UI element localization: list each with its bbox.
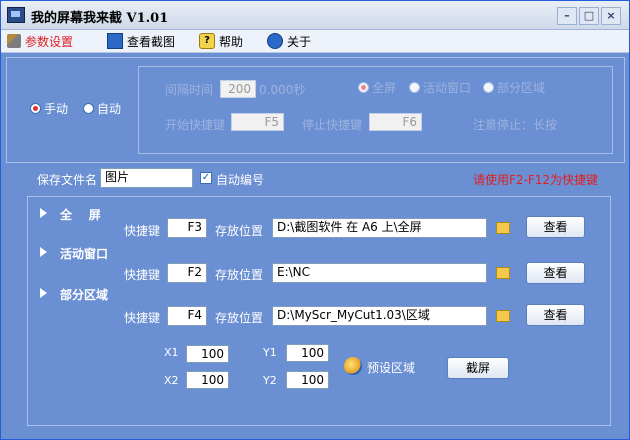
capture-fullscreen-title: 全 屏	[60, 208, 101, 222]
menu-settings-label: 参数设置	[25, 34, 74, 49]
stop-hotkey-input[interactable]: F6	[369, 113, 422, 131]
menu-view-screenshots[interactable]: 查看截图	[107, 33, 175, 49]
arrow-right-icon	[40, 288, 47, 298]
capture-region-title: 部分区域	[60, 288, 109, 302]
capture-active-title: 活动窗口	[60, 247, 109, 261]
folder-icon[interactable]	[496, 222, 510, 234]
image-icon	[107, 33, 123, 49]
mode-manual-label: 手动	[44, 102, 69, 116]
arrow-right-icon	[40, 247, 47, 257]
capture-button[interactable]: 截屏	[447, 357, 509, 379]
menu-help[interactable]: ? 帮助	[199, 33, 243, 49]
x1-input[interactable]: 100	[186, 345, 229, 363]
x1-label: X1	[164, 346, 179, 359]
menu-about[interactable]: 关于	[267, 33, 311, 49]
main-content: 手动 自动 间隔时间 200 0.000秒 全屏 活动窗口 部分区域 开始快捷键…	[5, 54, 625, 435]
menu-about-label: 关于	[287, 34, 312, 49]
minimize-button[interactable]: –	[557, 7, 577, 25]
y2-input[interactable]: 100	[286, 371, 329, 389]
auto-number-checkbox[interactable]: ✓	[200, 172, 212, 184]
scope-region-label: 部分区域	[497, 81, 546, 95]
region-view-button[interactable]: 查看	[526, 304, 585, 326]
arrow-right-icon	[40, 208, 47, 218]
menu-settings[interactable]: 参数设置	[7, 33, 73, 49]
active-hotkey-label: 快捷键	[124, 268, 161, 282]
scope-active-radio[interactable]	[409, 82, 420, 93]
interval-unit: 0.000秒	[259, 83, 306, 97]
auto-number-label: 自动编号	[216, 173, 265, 187]
scope-active-label: 活动窗口	[423, 81, 472, 95]
interval-input[interactable]: 200	[220, 80, 256, 98]
close-button[interactable]: ×	[601, 7, 621, 25]
help-icon: ?	[199, 33, 215, 49]
scope-fullscreen-label: 全屏	[372, 81, 397, 95]
fullscreen-path-label: 存放位置	[215, 224, 264, 238]
maximize-button[interactable]: □	[579, 7, 599, 25]
window-title: 我的屏幕我来截 V1.01	[31, 11, 169, 26]
fullscreen-view-button[interactable]: 查看	[526, 216, 585, 238]
mode-manual-radio[interactable]	[30, 103, 41, 114]
camera-app-icon	[7, 7, 25, 23]
mode-auto-radio[interactable]	[83, 103, 94, 114]
stop-hotkey-label: 停止快捷键	[302, 118, 363, 132]
region-path-label: 存放位置	[215, 311, 264, 325]
active-path-label: 存放位置	[215, 268, 264, 282]
region-hotkey-input[interactable]: F4	[167, 306, 207, 326]
scope-region-radio[interactable]	[483, 82, 494, 93]
app-window: 我的屏幕我来截 V1.01 – □ × 参数设置 查看截图 ? 帮助 关于 手动	[0, 0, 630, 440]
start-hotkey-input[interactable]: F5	[231, 113, 284, 131]
region-hotkey-label: 快捷键	[124, 311, 161, 325]
active-hotkey-input[interactable]: F2	[167, 263, 207, 283]
y1-label: Y1	[263, 346, 277, 359]
mode-auto-label: 自动	[97, 102, 122, 116]
y1-input[interactable]: 100	[286, 344, 329, 362]
y2-label: Y2	[263, 374, 277, 387]
stop-note: 注意停止：长按	[473, 118, 558, 132]
x2-input[interactable]: 100	[186, 371, 229, 389]
folder-icon[interactable]	[496, 310, 510, 322]
fullscreen-hotkey-label: 快捷键	[124, 224, 161, 238]
x2-label: X2	[164, 374, 179, 387]
menu-help-label: 帮助	[219, 34, 244, 49]
menu-view-label: 查看截图	[127, 34, 176, 49]
hotkey-hint: 请使用F2-F12为快捷键	[473, 173, 599, 187]
filename-input[interactable]: 图片	[100, 168, 193, 188]
fullscreen-path-input[interactable]: D:\截图软件 在 A6 上\全屏	[272, 218, 487, 238]
title-bar[interactable]: 我的屏幕我来截 V1.01 – □ ×	[1, 1, 629, 30]
fullscreen-hotkey-input[interactable]: F3	[167, 218, 207, 238]
menu-bar: 参数设置 查看截图 ? 帮助 关于	[1, 30, 629, 53]
filename-label: 保存文件名	[37, 173, 98, 187]
folder-icon[interactable]	[496, 267, 510, 279]
region-path-input[interactable]: D:\MyScr_MyCut1.03\区域	[272, 306, 487, 326]
start-hotkey-label: 开始快捷键	[165, 118, 226, 132]
info-icon	[267, 33, 283, 49]
interval-label: 间隔时间	[165, 83, 214, 97]
preset-region-label[interactable]: 预设区域	[367, 359, 415, 376]
active-path-input[interactable]: E:\NC	[272, 263, 487, 283]
active-view-button[interactable]: 查看	[526, 262, 585, 284]
preset-region-icon[interactable]	[344, 357, 362, 375]
window-controls: – □ ×	[555, 7, 621, 25]
scope-fullscreen-radio[interactable]	[358, 82, 369, 93]
tools-icon	[7, 34, 21, 48]
